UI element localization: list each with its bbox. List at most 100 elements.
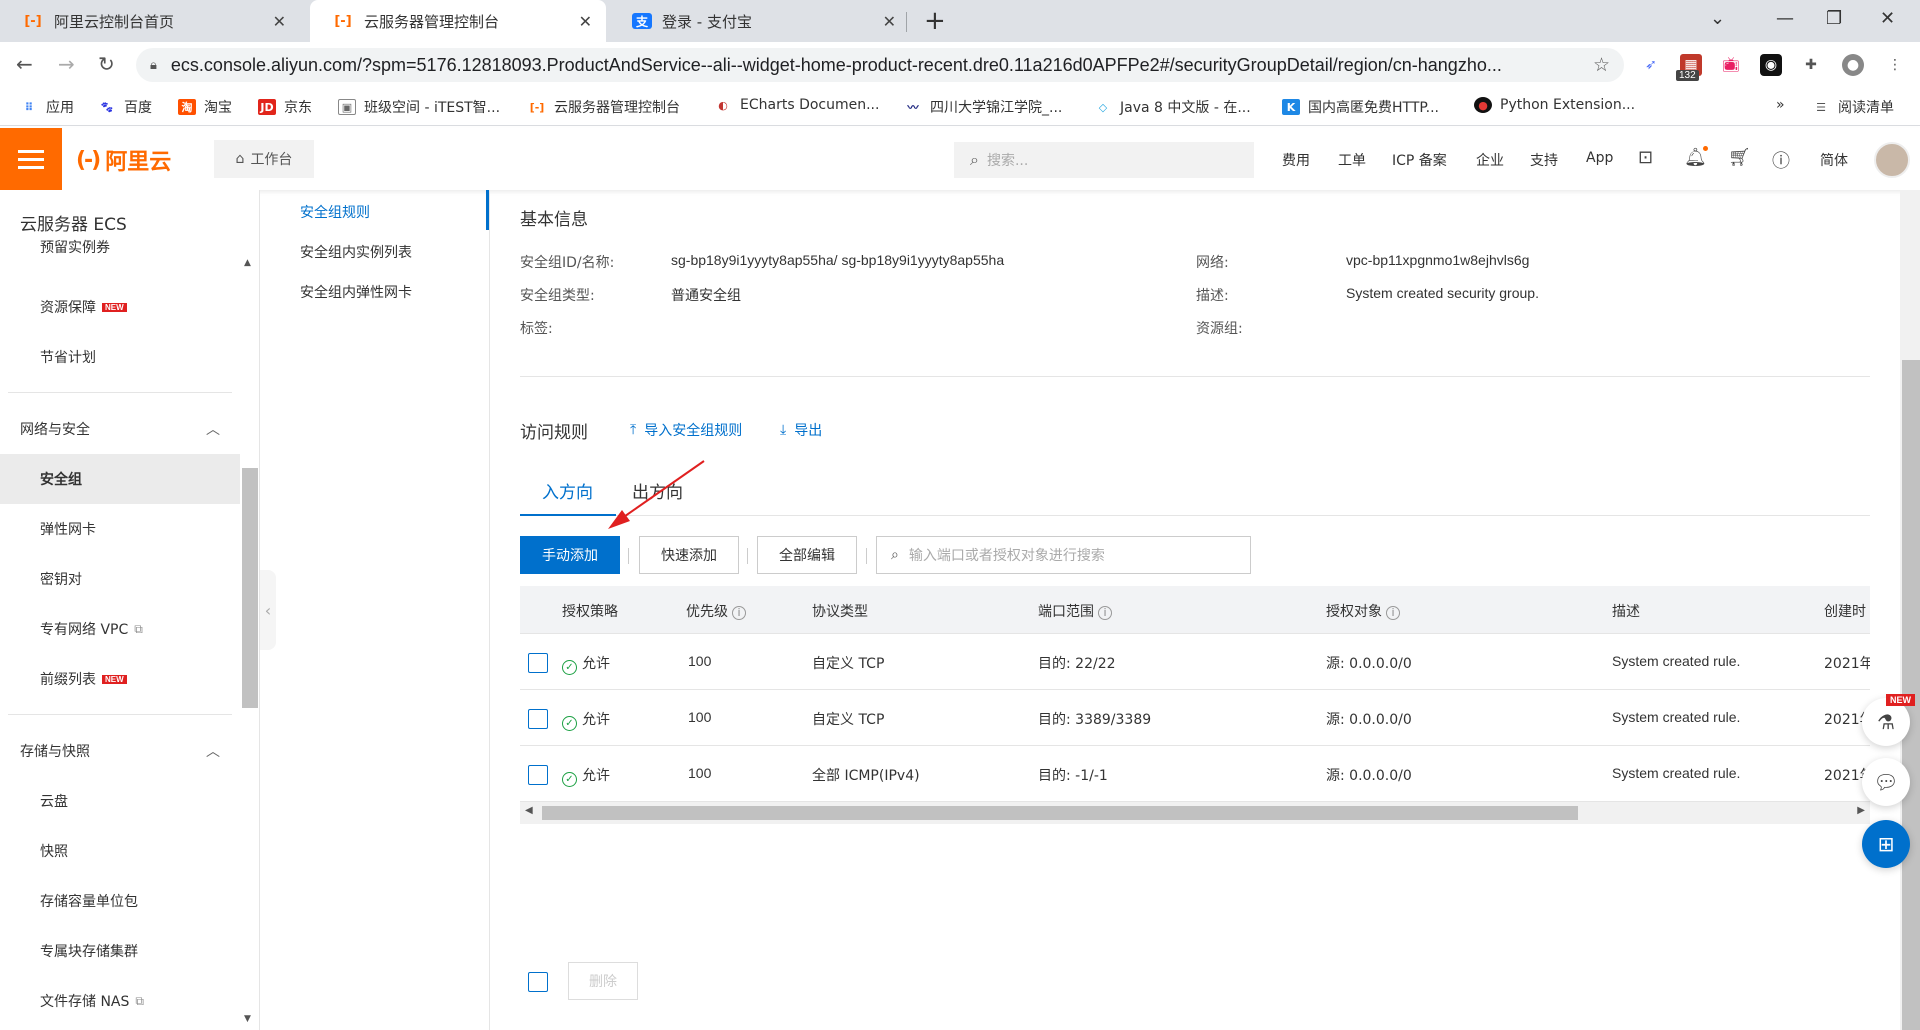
rules-search-input[interactable]: ⌕ 输入端口或者授权对象进行搜索 xyxy=(876,536,1251,574)
close-icon[interactable]: ✕ xyxy=(273,12,286,31)
extension-bilibili-icon[interactable]: 📺︎ xyxy=(1720,54,1742,76)
sidebar-item-scu[interactable]: 存储容量单位包 xyxy=(0,876,240,926)
user-avatar[interactable] xyxy=(1874,142,1910,178)
row-checkbox[interactable] xyxy=(528,653,548,673)
bookmark-apps[interactable]: ⠿ 应用 xyxy=(20,97,74,117)
download-icon: ⤓ xyxy=(780,422,787,438)
bookmark-scu[interactable]: 〰四川大学锦江学院_... xyxy=(904,97,1063,117)
col-created: 创建时 xyxy=(1824,604,1866,620)
address-bar[interactable]: 🔒︎ ecs.console.aliyun.com/?spm=5176.1281… xyxy=(136,48,1624,82)
subnav-item-rules[interactable]: 安全组规则 xyxy=(300,202,370,222)
source-cell: 源: 0.0.0.0/0 xyxy=(1326,656,1412,672)
scroll-up-arrow-icon[interactable]: ▲ xyxy=(244,258,251,268)
header-link-tickets[interactable]: 工单 xyxy=(1338,150,1366,170)
tab-inbound[interactable]: 入方向 xyxy=(542,478,593,503)
header-search-input[interactable]: ⌕ 搜索... xyxy=(954,142,1254,178)
sidebar-scrollbar[interactable] xyxy=(242,468,258,708)
row-checkbox[interactable] xyxy=(528,765,548,785)
sidebar-item-keypair[interactable]: 密钥对 xyxy=(0,554,240,604)
chat-icon[interactable]: 💬︎ xyxy=(1862,758,1910,806)
info-icon[interactable]: i xyxy=(732,605,746,620)
bookmark-java8[interactable]: ◇ Java 8 中文版 - 在... xyxy=(1094,97,1251,117)
sidebar-item-reserved-instances[interactable]: 预留实例券 xyxy=(0,232,240,262)
select-all-checkbox[interactable] xyxy=(528,972,548,992)
bookmark-taobao[interactable]: 淘淘宝 xyxy=(178,97,232,117)
bookmark-http-proxy[interactable]: K 国内高匿免费HTTP... xyxy=(1282,97,1439,117)
browser-tab-alipay[interactable]: 支 登录 - 支付宝 ✕ xyxy=(610,0,910,42)
browser-menu-kebab-icon[interactable]: ⋮ xyxy=(1884,54,1906,76)
info-icon[interactable]: i xyxy=(1386,605,1400,620)
help-icon[interactable]: ⓘ xyxy=(1772,147,1790,173)
scroll-down-arrow-icon[interactable]: ▼ xyxy=(244,1014,251,1024)
extension-ghost-icon[interactable]: ◉ xyxy=(1760,54,1782,76)
header-link-app[interactable]: App xyxy=(1586,150,1613,166)
bookmark-python-ext[interactable]: ● Python Extension... xyxy=(1474,97,1635,113)
table-row: ✓ 允许 100 自定义 TCP 目的: 3389/3389 源: 0.0.0.0… xyxy=(520,690,1870,746)
sidebar-group-network-security[interactable]: 网络与安全 ︿ xyxy=(0,404,240,454)
new-tab-plus-icon[interactable]: + xyxy=(924,6,946,36)
browser-tab-aliyun-home[interactable]: [-] 阿里云控制台首页 ✕ xyxy=(0,0,300,42)
scroll-left-arrow-icon[interactable]: ◀ xyxy=(525,805,533,816)
header-link-support[interactable]: 支持 xyxy=(1530,150,1558,170)
edit-all-button[interactable]: 全部编辑 xyxy=(757,536,857,574)
header-link-billing[interactable]: 费用 xyxy=(1282,150,1310,170)
delete-button[interactable]: 删除 xyxy=(568,962,638,1000)
sidebar-item-dedicated-block-storage[interactable]: 专属块存储集群 xyxy=(0,926,240,976)
reload-icon[interactable]: ↻ xyxy=(98,52,115,76)
sidebar-item-nas[interactable]: 文件存储 NAS ⧉ xyxy=(0,976,240,1026)
restore-icon[interactable]: ❐ xyxy=(1826,8,1842,29)
header-link-icp[interactable]: ICP 备案 xyxy=(1392,150,1447,170)
back-arrow-icon[interactable]: ← xyxy=(16,52,33,76)
browser-tab-ecs-console[interactable]: [-] 云服务器管理控制台 ✕ xyxy=(310,0,606,42)
sidebar-item-vpc[interactable]: 专有网络 VPC ⧉ xyxy=(0,604,240,654)
sidebar-collapse-chevron-icon[interactable]: ‹ xyxy=(260,570,276,650)
table-horizontal-scrollbar[interactable]: ◀ ▶ xyxy=(520,802,1870,824)
aliyun-icon: [-] xyxy=(529,100,545,114)
bookmark-itest[interactable]: ▣ 班级空间 - iTEST智... xyxy=(338,97,500,117)
sidebar-item-savings-plan[interactable]: 节省计划 xyxy=(0,332,240,382)
language-switch[interactable]: 简体 xyxy=(1820,150,1848,170)
terminal-icon[interactable]: ⊡ xyxy=(1638,147,1653,168)
quick-add-button[interactable]: 快速添加 xyxy=(639,536,739,574)
row-checkbox[interactable] xyxy=(528,709,548,729)
reading-list[interactable]: ☰ 阅读清单 xyxy=(1812,97,1894,117)
cart-icon[interactable]: 🛒︎ xyxy=(1728,147,1751,168)
profile-avatar-icon[interactable]: ● xyxy=(1842,54,1864,76)
bookmark-jd[interactable]: JD 京东 xyxy=(258,97,312,117)
export-link[interactable]: ⤓ 导出 xyxy=(780,420,822,440)
close-icon[interactable]: ✕ xyxy=(883,12,896,31)
bookmark-echarts[interactable]: ◐ ECharts Documen... xyxy=(714,97,879,113)
extensions-puzzle-icon[interactable]: ✚ xyxy=(1800,54,1822,76)
subnav-item-instances[interactable]: 安全组内实例列表 xyxy=(300,242,412,262)
extension-bird-icon[interactable]: ➶ xyxy=(1640,54,1662,76)
new-badge: NEW xyxy=(102,674,127,684)
apps-grid-icon[interactable]: ⊞ xyxy=(1862,820,1910,868)
scu-logo-icon: 〰 xyxy=(907,101,919,114)
header-link-enterprise[interactable]: 企业 xyxy=(1476,150,1504,170)
sidebar-item-disk[interactable]: 云盘 xyxy=(0,776,240,826)
sidebar-group-storage-snapshot[interactable]: 存储与快照 ︿ xyxy=(0,726,240,776)
tab-search-chevron-icon[interactable]: ⌄ xyxy=(1710,8,1725,29)
sidebar-item-security-group[interactable]: 安全组 xyxy=(0,454,240,504)
bookmark-ecs-console[interactable]: [-] 云服务器管理控制台 xyxy=(528,97,680,117)
forward-arrow-icon[interactable]: → xyxy=(58,52,75,76)
sidebar-item-eni[interactable]: 弹性网卡 xyxy=(0,504,240,554)
aliyun-logo[interactable]: (-) 阿里云 xyxy=(76,144,171,176)
info-icon[interactable]: i xyxy=(1098,605,1112,620)
workbench-button[interactable]: ⌂ 工作台 xyxy=(214,140,314,178)
close-icon[interactable]: ✕ xyxy=(579,12,592,31)
bookmark-baidu[interactable]: 🐾︎ 百度 xyxy=(98,97,152,117)
scrollbar-thumb[interactable] xyxy=(542,806,1578,820)
subnav-item-eni[interactable]: 安全组内弹性网卡 xyxy=(300,282,412,302)
bookmark-star-icon[interactable]: ☆ xyxy=(1593,54,1610,76)
hamburger-menu-icon[interactable] xyxy=(0,128,62,190)
import-rules-link[interactable]: ⤒ 导入安全组规则 xyxy=(630,420,742,440)
scroll-right-arrow-icon[interactable]: ▶ xyxy=(1857,805,1865,816)
sidebar-item-resource-guarantee[interactable]: 资源保障 NEW xyxy=(0,282,240,332)
minimize-icon[interactable]: — xyxy=(1776,8,1794,29)
manual-add-button[interactable]: 手动添加 xyxy=(520,536,620,574)
sidebar-item-snapshot[interactable]: 快照 xyxy=(0,826,240,876)
window-close-icon[interactable]: ✕ xyxy=(1880,8,1895,29)
sidebar-item-prefix-list[interactable]: 前缀列表 NEW xyxy=(0,654,240,704)
bookmarks-more-icon[interactable]: » xyxy=(1776,97,1785,113)
